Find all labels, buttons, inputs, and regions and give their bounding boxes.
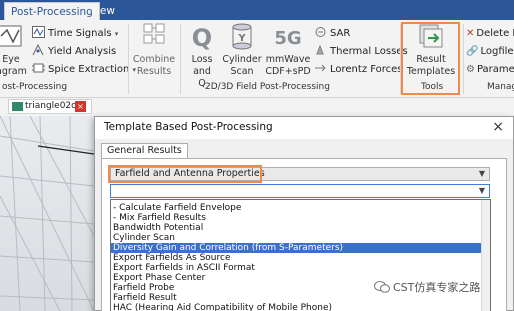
watermark-text: CST仿真专家之路 (393, 281, 481, 294)
category-highlight (108, 165, 262, 183)
spice-extraction-label: Spice Extraction (48, 64, 130, 75)
chevron-down-icon: ▼ (478, 169, 485, 178)
parameters-label: Paramet (476, 64, 514, 75)
eye-diagram-button[interactable]: Eye agram (0, 22, 27, 78)
result-templates-highlight (401, 22, 460, 95)
yield-analysis-label: Yield Analysis (48, 46, 117, 57)
tab-general-results[interactable]: General Results (101, 143, 188, 159)
combine-results-label-2: Results (136, 66, 172, 77)
time-signals-button[interactable]: Time Signals ▾ (32, 26, 118, 41)
thermal-losses-icon (316, 44, 324, 55)
delete-results-label: Delete R (476, 28, 514, 39)
thermal-losses-label: Thermal Losses (330, 46, 408, 57)
dialog-close-icon[interactable]: × (492, 119, 504, 135)
lorentz-forces-button[interactable]: Lorentz Forces (314, 62, 403, 77)
document-tab-label: triangle02o (25, 101, 77, 111)
wechat-icon (374, 281, 390, 293)
dialog-title: Template Based Post-Processing (104, 121, 273, 133)
watermark: CST仿真专家之路 (374, 279, 480, 295)
thermal-losses-button[interactable]: Thermal Losses (314, 44, 408, 59)
cylinder-scan-icon: Y (232, 23, 252, 50)
list-item[interactable]: Diversity Gain and Correlation (from S-P… (111, 243, 482, 253)
mmwave-label-2: CDF+sPD (265, 66, 311, 77)
list-item[interactable]: Export Farfields in ASCII Format (111, 263, 482, 273)
parameters-button[interactable]: ⚙Paramet (466, 62, 514, 77)
delete-icon: ✕ (466, 28, 475, 39)
mmwave-5g-icon: 5G (274, 28, 301, 49)
ribbon-separator (128, 24, 129, 94)
loss-and-q-icon: Q (192, 24, 212, 52)
delete-results-button[interactable]: ✕Delete R (466, 26, 514, 41)
list-item[interactable]: - Mix Farfield Results (111, 213, 482, 223)
eye-diagram-icon (0, 25, 22, 47)
project-icon (12, 102, 23, 111)
mmwave-cdf-spd-button[interactable]: 5G mmWave CDF+sPD (263, 22, 313, 78)
combine-results-label-1: Combine (132, 54, 176, 65)
logfile-label: Logfile (480, 46, 514, 57)
eye-diagram-label-2: agram (0, 66, 27, 77)
time-signals-icon (32, 26, 45, 38)
list-item[interactable]: Bandwidth Potential (111, 223, 482, 233)
logfile-icon: 🔗 (466, 46, 479, 57)
combine-results-button[interactable]: Combine Results (132, 22, 176, 78)
cylinder-scan-label-1: Cylinder (222, 54, 262, 65)
ribbon-separator (180, 24, 181, 94)
ribbon: Eye agram Time Signals ▾ Yield Analysis … (0, 20, 514, 98)
spice-extraction-icon (32, 63, 45, 73)
time-signals-dropdown-arrow: ▾ (114, 30, 119, 38)
time-signals-label: Time Signals (48, 28, 112, 39)
list-item[interactable]: - Calculate Farfield Envelope (111, 203, 482, 213)
loss-and-q-button[interactable]: Q Loss and Q (182, 22, 222, 90)
template-combo[interactable]: ▼ (110, 184, 490, 198)
cylinder-scan-button[interactable]: Y Cylinder Scan (222, 22, 262, 78)
sar-button[interactable]: SAR (314, 26, 350, 41)
group-label-field-post-processing: 2D/3D Field Post-Processing (205, 82, 330, 92)
group-label-manage: Manag (487, 82, 514, 92)
sar-icon (315, 27, 326, 37)
svg-text:5G: 5G (274, 28, 301, 49)
tab-view[interactable]: View (84, 2, 121, 20)
list-item[interactable]: Export Farfields As Source (111, 253, 482, 263)
mmwave-label-1: mmWave (265, 54, 311, 65)
yield-analysis-icon (32, 44, 44, 56)
parameters-icon: ⚙ (466, 64, 475, 75)
list-item[interactable]: HAC (Hearing Aid Compatibility of Mobile… (111, 303, 482, 311)
combine-results-icon (143, 23, 165, 44)
ribbon-separator (463, 24, 464, 94)
svg-text:Q: Q (192, 24, 212, 52)
group-label-post-processing: ost-Processing (2, 82, 68, 92)
dialog-title-bar: Template Based Post-Processing × (95, 117, 513, 139)
chevron-down-icon: ▼ (478, 186, 485, 195)
cylinder-scan-label-2: Scan (230, 66, 254, 77)
sar-label: SAR (330, 28, 351, 39)
spice-extraction-button[interactable]: Spice Extraction ▾ (32, 62, 136, 77)
lorentz-forces-icon (315, 64, 326, 72)
document-tab[interactable]: triangle02o × (8, 99, 92, 114)
list-item[interactable]: Cylinder Scan (111, 233, 482, 243)
lorentz-forces-label: Lorentz Forces (330, 64, 403, 75)
document-tab-close-icon[interactable]: × (75, 101, 86, 112)
svg-text:Y: Y (237, 33, 246, 44)
dropdown-scrollbar[interactable] (481, 200, 490, 311)
loss-and-q-label-1: Loss and (191, 54, 213, 77)
ribbon-tab-bar: Post-Processing View (0, 0, 514, 20)
yield-analysis-button[interactable]: Yield Analysis (32, 44, 116, 59)
logfile-button[interactable]: 🔗 Logfile (466, 44, 514, 59)
eye-diagram-label-1: Eye (2, 54, 20, 65)
mesh-view (0, 115, 95, 311)
